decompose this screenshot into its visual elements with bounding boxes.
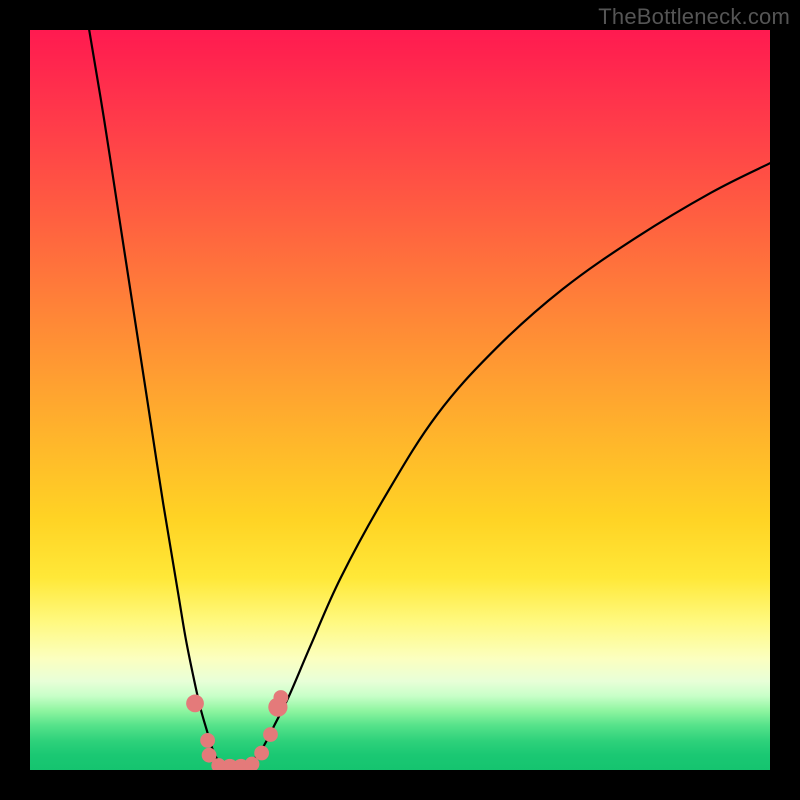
curve-path — [89, 30, 770, 769]
plot-area — [30, 30, 770, 770]
bottleneck-curve — [30, 30, 770, 770]
data-marker — [186, 695, 204, 713]
watermark-text: TheBottleneck.com — [598, 4, 790, 30]
data-marker — [273, 690, 288, 705]
data-marker — [200, 733, 215, 748]
data-marker — [254, 746, 269, 761]
data-marker — [263, 727, 278, 742]
chart-frame: TheBottleneck.com — [0, 0, 800, 800]
